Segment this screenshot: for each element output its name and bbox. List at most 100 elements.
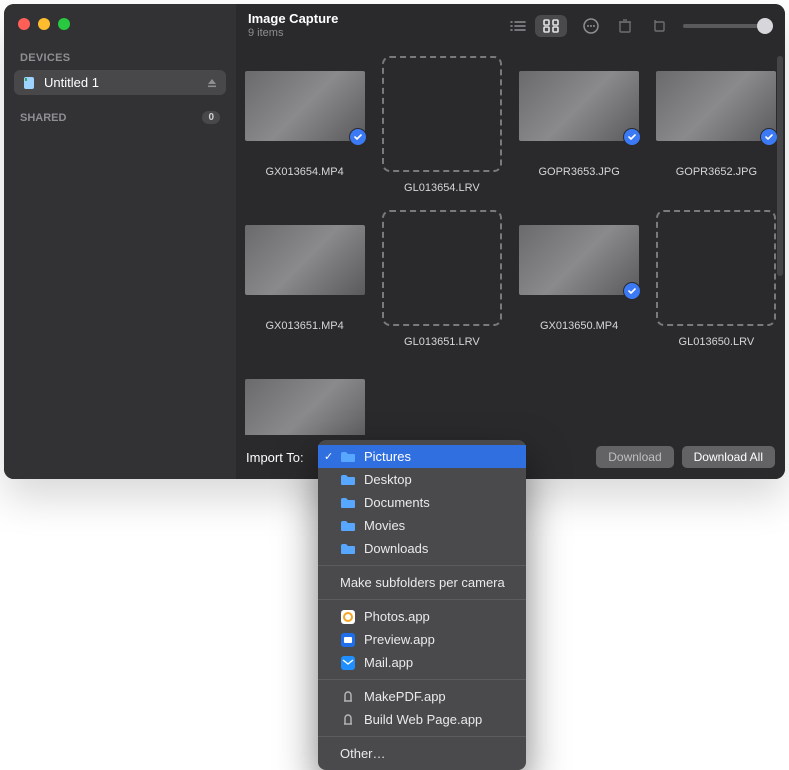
menu-item-label: Preview.app (364, 632, 435, 647)
menu-item[interactable]: Mail.app (318, 651, 526, 674)
imported-badge-icon (623, 128, 641, 146)
menu-item[interactable]: Downloads (318, 537, 526, 560)
eject-icon[interactable] (206, 77, 218, 89)
item-count: 9 items (248, 27, 338, 40)
menu-separator (318, 736, 526, 737)
shared-label: SHARED (20, 112, 66, 124)
placeholder-thumbnail[interactable] (656, 210, 776, 326)
sidebar-section-shared[interactable]: SHARED 0 (14, 101, 226, 124)
menu-item[interactable]: Movies (318, 514, 526, 537)
grid-item[interactable] (244, 364, 365, 435)
main-panel: Image Capture 9 items (236, 4, 785, 479)
automator-icon (340, 713, 356, 727)
menu-item[interactable]: Build Web Page.app (318, 708, 526, 731)
grid-item[interactable]: GX013651.MP4 (244, 210, 365, 348)
thumbnail-image (519, 71, 639, 141)
filename-label: GOPR3652.JPG (676, 166, 757, 178)
menu-item-label: Mail.app (364, 655, 413, 670)
media-thumbnail[interactable] (519, 210, 639, 310)
media-thumbnail[interactable] (656, 56, 776, 156)
media-thumbnail[interactable] (245, 364, 365, 435)
menu-item[interactable]: Make subfolders per camera (318, 571, 526, 594)
import-to-menu[interactable]: ✓Pictures Desktop Documents Movies Downloads… (318, 440, 526, 770)
toolbar: Image Capture 9 items (236, 4, 785, 48)
menu-item[interactable]: ✓Pictures (318, 445, 526, 468)
filename-label: GX013650.MP4 (540, 320, 618, 332)
menu-item[interactable]: MakePDF.app (318, 685, 526, 708)
rotate-button[interactable] (649, 16, 669, 36)
slider-knob[interactable] (757, 18, 773, 34)
delete-button[interactable] (615, 16, 635, 36)
sidebar-section-devices: DEVICES (14, 46, 226, 70)
filename-label: GL013651.LRV (404, 336, 480, 348)
grid-item[interactable]: GL013654.LRV (381, 56, 502, 194)
thumbnail-size-slider[interactable] (683, 24, 773, 28)
menu-item[interactable]: Other… (318, 742, 526, 765)
sidebar-device-item[interactable]: Untitled 1 (14, 70, 226, 95)
scrollbar[interactable] (777, 56, 783, 276)
menu-item-label: Movies (364, 518, 405, 533)
page-title: Image Capture (248, 12, 338, 27)
filename-label: GX013651.MP4 (265, 320, 343, 332)
folder-icon (340, 519, 356, 533)
placeholder-thumbnail[interactable] (382, 56, 502, 172)
menu-item[interactable]: Desktop (318, 468, 526, 491)
menu-separator (318, 565, 526, 566)
download-button[interactable]: Download (596, 446, 673, 468)
list-view-button[interactable] (501, 15, 535, 37)
filename-label: GL013654.LRV (404, 182, 480, 194)
filename-label: GL013650.LRV (679, 336, 755, 348)
menu-item-label: Desktop (364, 472, 412, 487)
folder-icon (340, 473, 356, 487)
grid-view-button[interactable] (535, 15, 567, 37)
thumbnail-image (245, 71, 365, 141)
filename-label: GX013654.MP4 (265, 166, 343, 178)
automator-icon (340, 690, 356, 704)
grid-item[interactable]: GL013650.LRV (656, 210, 777, 348)
menu-item[interactable]: Preview.app (318, 628, 526, 651)
grid-item[interactable]: GOPR3653.JPG (519, 56, 640, 194)
device-name: Untitled 1 (44, 75, 99, 90)
sd-card-icon (22, 76, 36, 90)
imported-badge-icon (349, 128, 367, 146)
grid-item[interactable]: GX013654.MP4 (244, 56, 365, 194)
thumbnail-image (656, 71, 776, 141)
sidebar: DEVICES Untitled 1 SHARED 0 (4, 4, 236, 479)
imported-badge-icon (760, 128, 778, 146)
menu-item-label: Downloads (364, 541, 428, 556)
menu-item[interactable]: Documents (318, 491, 526, 514)
grid-icon (543, 19, 559, 33)
imported-badge-icon (623, 282, 641, 300)
title-block: Image Capture 9 items (248, 12, 338, 40)
app-preview-icon (340, 633, 356, 647)
thumbnail-image (245, 225, 365, 295)
app-photos-icon (340, 610, 356, 624)
close-window-button[interactable] (18, 18, 30, 30)
folder-icon (340, 496, 356, 510)
menu-item[interactable]: Photos.app (318, 605, 526, 628)
media-thumbnail[interactable] (519, 56, 639, 156)
menu-item-label: MakePDF.app (364, 689, 446, 704)
menu-separator (318, 679, 526, 680)
download-all-button[interactable]: Download All (682, 446, 775, 468)
grid-item[interactable]: GOPR3652.JPG (656, 56, 777, 194)
grid-item[interactable]: GX013650.MP4 (519, 210, 640, 348)
folder-icon (340, 450, 356, 464)
minimize-window-button[interactable] (38, 18, 50, 30)
menu-item-label: Documents (364, 495, 430, 510)
thumbnail-image (519, 225, 639, 295)
import-to-label: Import To: (246, 450, 304, 465)
zoom-window-button[interactable] (58, 18, 70, 30)
media-thumbnail[interactable] (245, 210, 365, 310)
menu-item-label: Build Web Page.app (364, 712, 482, 727)
media-thumbnail[interactable] (245, 56, 365, 156)
folder-icon (340, 542, 356, 556)
grid-item[interactable]: GL013651.LRV (381, 210, 502, 348)
app-mail-icon (340, 656, 356, 670)
app-window: DEVICES Untitled 1 SHARED 0 Image Captur… (4, 4, 785, 479)
checkmark-icon: ✓ (324, 450, 333, 463)
list-icon (509, 19, 527, 33)
more-actions-button[interactable] (581, 16, 601, 36)
grid-scroll-area[interactable]: GX013654.MP4 GL013654.LRV GOPR3653.JPG GOPR… (236, 48, 785, 435)
placeholder-thumbnail[interactable] (382, 210, 502, 326)
